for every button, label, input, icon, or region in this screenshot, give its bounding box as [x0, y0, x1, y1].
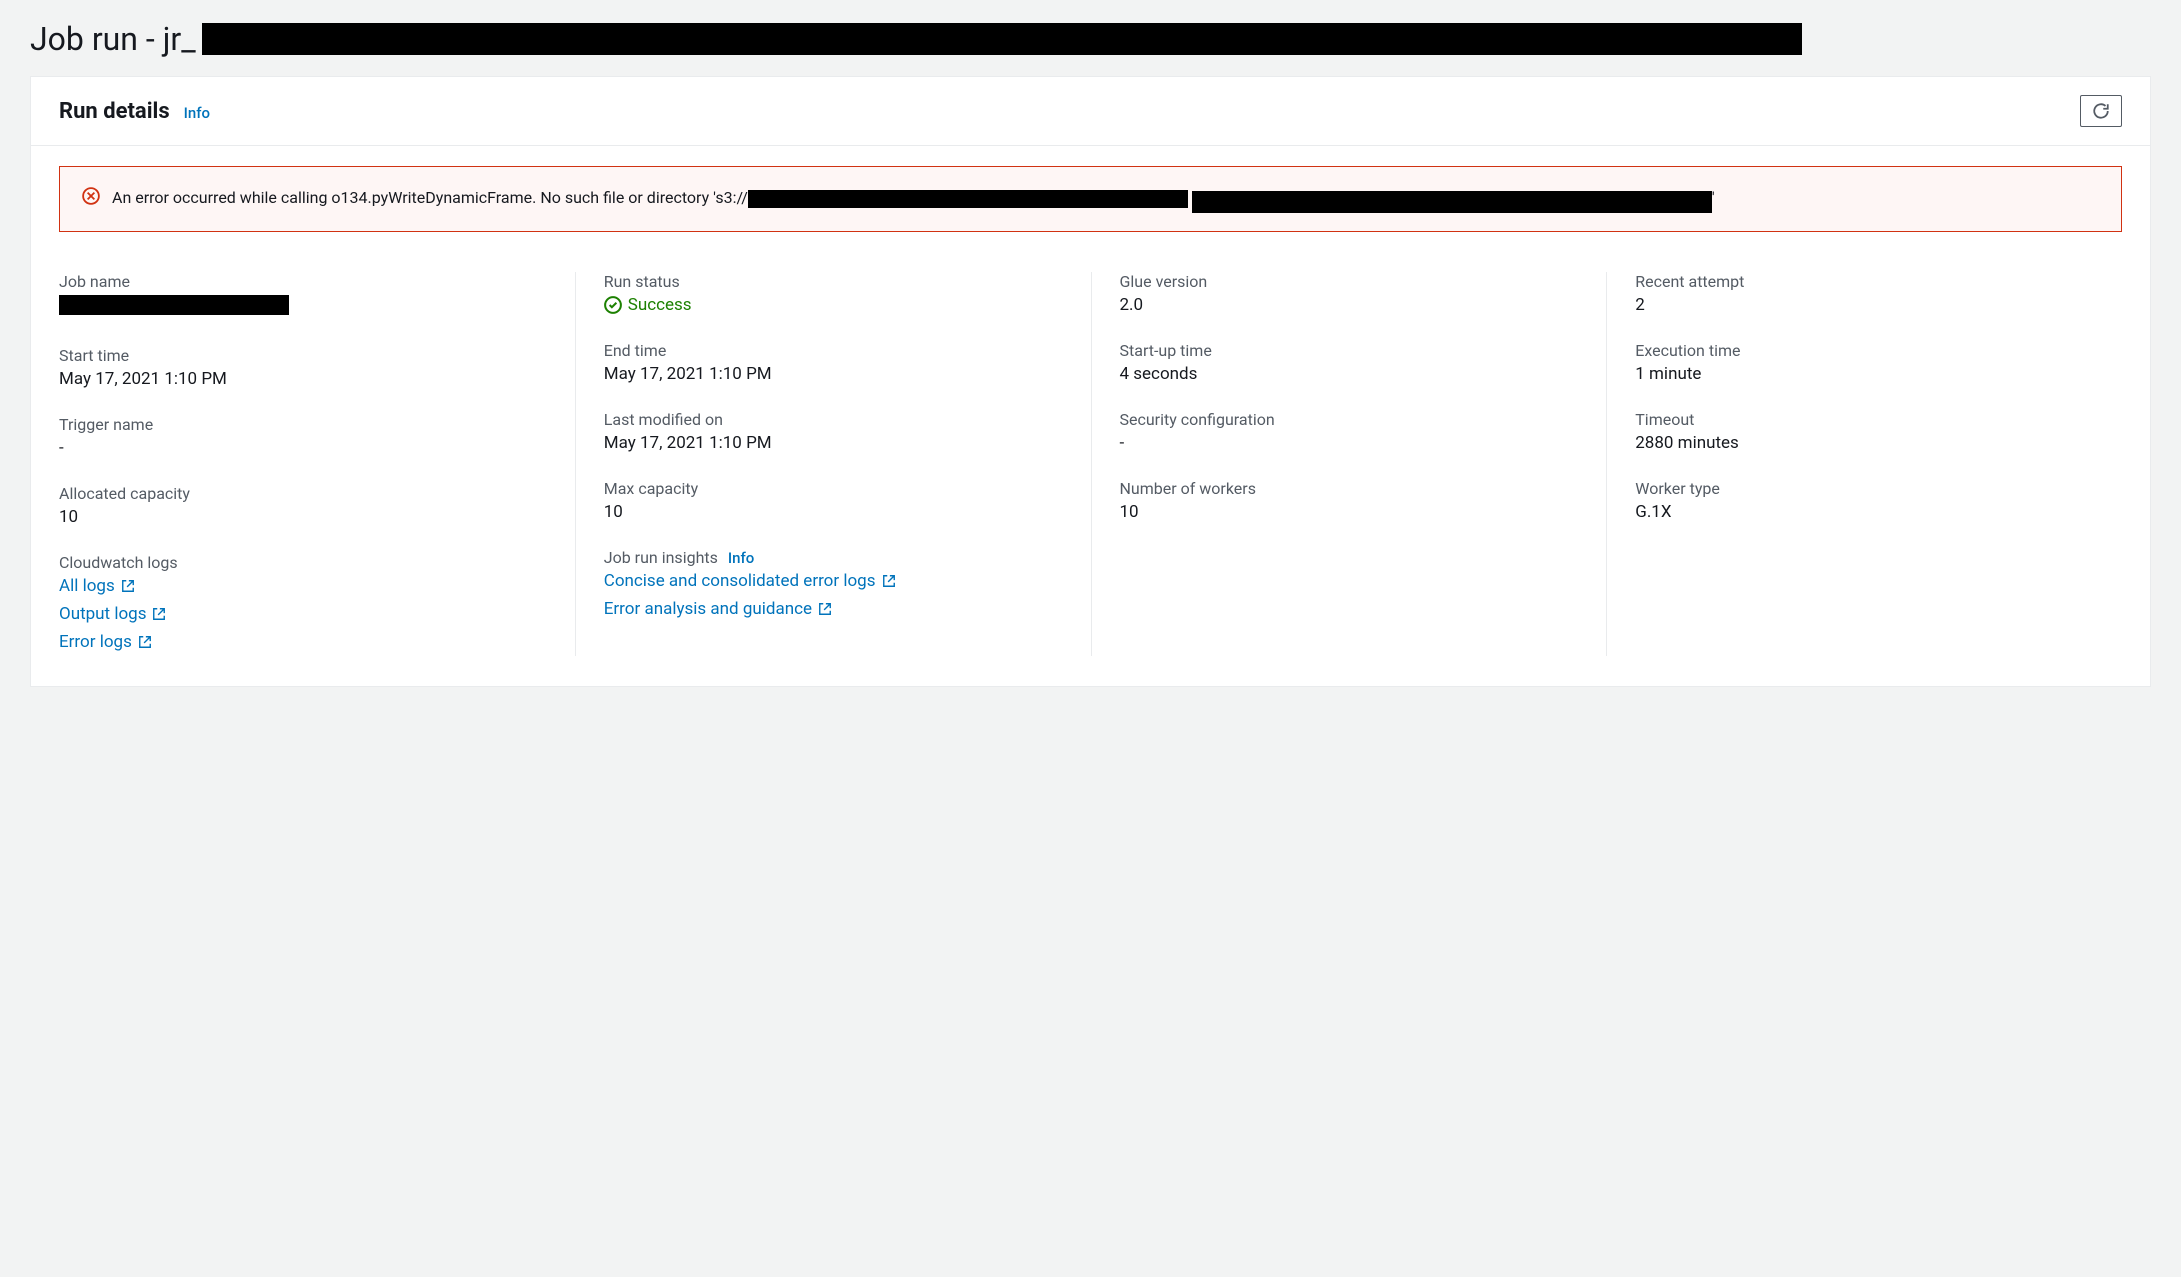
success-icon [604, 296, 622, 314]
start-time-label: Start time [59, 346, 547, 365]
last-modified-label: Last modified on [604, 410, 1063, 429]
info-link[interactable]: Info [184, 104, 210, 122]
run-status-label: Run status [604, 272, 1063, 291]
end-time-value: May 17, 2021 1:10 PM [604, 364, 1063, 384]
execution-time-value: 1 minute [1635, 364, 2094, 384]
page-title: Job run - jr_ [30, 20, 2151, 58]
detail-col-1: Job name Start time May 17, 2021 1:10 PM… [59, 272, 575, 656]
last-modified-value: May 17, 2021 1:10 PM [604, 433, 1063, 453]
worker-type-value: G.1X [1635, 502, 2094, 522]
refresh-icon [2092, 102, 2110, 120]
cloudwatch-logs-label: Cloudwatch logs [59, 553, 547, 572]
concise-error-logs-link[interactable]: Concise and consolidated error logs [604, 571, 1063, 591]
error-icon [82, 187, 100, 205]
allocated-capacity-label: Allocated capacity [59, 484, 547, 503]
error-alert: An error occurred while calling o134.pyW… [59, 166, 2122, 232]
start-time-value: May 17, 2021 1:10 PM [59, 369, 547, 389]
external-link-icon [138, 635, 152, 649]
num-workers-label: Number of workers [1120, 479, 1579, 498]
error-prefix: An error occurred while calling o134.pyW… [112, 188, 748, 207]
error-suffix: ' [1712, 188, 1715, 207]
run-status-value: Success [604, 295, 1063, 315]
max-capacity-label: Max capacity [604, 479, 1063, 498]
glue-version-label: Glue version [1120, 272, 1579, 291]
all-logs-link[interactable]: All logs [59, 576, 547, 596]
timeout-value: 2880 minutes [1635, 433, 2094, 453]
page-title-prefix: Job run - jr_ [30, 20, 196, 58]
trigger-name-value: - [59, 438, 547, 458]
recent-attempt-value: 2 [1635, 295, 2094, 315]
glue-version-value: 2.0 [1120, 295, 1579, 315]
external-link-icon [152, 607, 166, 621]
external-link-icon [121, 579, 135, 593]
redacted-job-run-id [202, 23, 1802, 55]
redacted-s3-path-2 [1192, 191, 1712, 213]
redacted-job-name [59, 295, 289, 315]
timeout-label: Timeout [1635, 410, 2094, 429]
refresh-button[interactable] [2080, 95, 2122, 127]
detail-col-2: Run status Success End time May 17, 2021… [575, 272, 1091, 656]
insights-info-link[interactable]: Info [728, 549, 754, 567]
max-capacity-value: 10 [604, 502, 1063, 522]
startup-time-label: Start-up time [1120, 341, 1579, 360]
redacted-s3-path-1 [748, 190, 1188, 208]
output-logs-link[interactable]: Output logs [59, 604, 547, 624]
security-config-label: Security configuration [1120, 410, 1579, 429]
num-workers-value: 10 [1120, 502, 1579, 522]
recent-attempt-label: Recent attempt [1635, 272, 2094, 291]
worker-type-label: Worker type [1635, 479, 2094, 498]
error-logs-link[interactable]: Error logs [59, 632, 547, 652]
allocated-capacity-value: 10 [59, 507, 547, 527]
job-name-label: Job name [59, 272, 547, 291]
job-name-value [59, 295, 547, 320]
end-time-label: End time [604, 341, 1063, 360]
run-details-panel: Run details Info An error occurred while… [30, 76, 2151, 687]
trigger-name-label: Trigger name [59, 415, 547, 434]
external-link-icon [818, 602, 832, 616]
detail-col-3: Glue version 2.0 Start-up time 4 seconds… [1091, 272, 1607, 656]
panel-header: Run details Info [31, 77, 2150, 146]
external-link-icon [882, 574, 896, 588]
security-config-value: - [1120, 433, 1579, 453]
detail-col-4: Recent attempt 2 Execution time 1 minute… [1606, 272, 2122, 656]
error-analysis-link[interactable]: Error analysis and guidance [604, 599, 1063, 619]
panel-body: An error occurred while calling o134.pyW… [31, 146, 2150, 686]
panel-title: Run details [59, 99, 170, 124]
startup-time-value: 4 seconds [1120, 364, 1579, 384]
execution-time-label: Execution time [1635, 341, 2094, 360]
detail-grid: Job name Start time May 17, 2021 1:10 PM… [59, 272, 2122, 656]
job-run-insights-label: Job run insights Info [604, 548, 1063, 567]
error-message: An error occurred while calling o134.pyW… [112, 185, 1715, 213]
